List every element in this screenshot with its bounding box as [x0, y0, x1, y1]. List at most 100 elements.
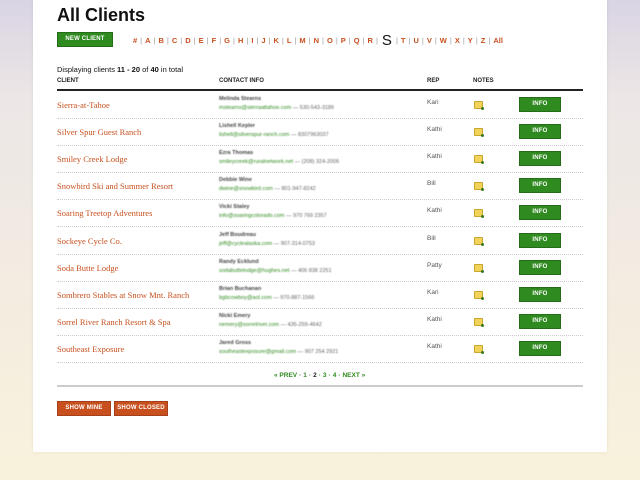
new-client-button[interactable]: NEW CLIENT — [57, 32, 113, 47]
alpha-m[interactable]: M — [299, 36, 305, 45]
alpha-a[interactable]: A — [145, 36, 150, 45]
alpha-v[interactable]: V — [427, 36, 432, 45]
info-button[interactable]: INFO — [519, 205, 561, 221]
alpha-hash[interactable]: # — [133, 36, 137, 45]
contact-email-link[interactable]: mstearns@sierraattahoe.com — [219, 105, 291, 111]
client-name-link[interactable]: Sockeye Cycle Co. — [57, 236, 122, 246]
alpha-y[interactable]: Y — [468, 36, 473, 45]
alpha-f[interactable]: F — [212, 36, 217, 45]
contact-email-link[interactable]: info@soaringcolorado.com — [219, 213, 285, 219]
contact-phone: 907 254 2921 — [304, 348, 339, 355]
client-name-link[interactable]: Snowbird Ski and Summer Resort — [57, 181, 173, 191]
contact-details: mstearns@sierraattahoe.com — 530-543-318… — [219, 105, 334, 111]
info-button[interactable]: INFO — [519, 259, 561, 275]
pagination: « PREV · 1 · 2 · 3 · 4 · NEXT » — [274, 372, 365, 379]
info-button[interactable]: INFO — [519, 97, 561, 112]
contact-email-link[interactable]: dwine@snowbird.com — [219, 186, 273, 192]
alpha-w[interactable]: W — [440, 36, 447, 45]
alpha-t[interactable]: T — [401, 36, 406, 45]
alpha-x[interactable]: X — [455, 36, 460, 45]
notes-icon[interactable] — [474, 209, 484, 219]
contact-email-link[interactable]: lishell@silverspur-ranch.com — [219, 132, 289, 138]
page-1-link[interactable]: 1 — [303, 372, 307, 379]
alpha-h[interactable]: H — [238, 36, 243, 45]
page-4-link[interactable]: 4 — [333, 372, 337, 379]
show-closed-button[interactable]: SHOW CLOSED — [114, 401, 168, 416]
alpha-j[interactable]: J — [261, 36, 265, 45]
alpha-separator: | — [232, 35, 235, 45]
contact-separator: — — [293, 159, 302, 166]
contact-details: dwine@snowbird.com — 801-947-8242 — [219, 186, 316, 192]
contact-email-link[interactable]: smileycreek@ruralnetwork.net — [219, 159, 293, 165]
alpha-i[interactable]: I — [251, 36, 253, 45]
alpha-separator: | — [140, 35, 143, 45]
notes-icon[interactable] — [474, 236, 484, 246]
alpha-u[interactable]: U — [413, 36, 418, 45]
page-3-link[interactable]: 3 — [323, 372, 327, 379]
client-name-link[interactable]: Sorrel River Ranch Resort & Spa — [57, 317, 171, 327]
contact-name: Jared Gross — [219, 339, 252, 346]
contact-details: bgbcowboy@aol.com — 970-887-1566 — [219, 295, 315, 301]
alpha-separator: | — [421, 35, 424, 45]
rep-name: Kathi — [427, 126, 442, 134]
alpha-separator: | — [281, 35, 284, 45]
notes-icon[interactable] — [474, 101, 484, 110]
contact-phone: 907-314-0753 — [280, 240, 315, 247]
notes-icon[interactable] — [474, 155, 484, 165]
alpha-separator: | — [408, 35, 411, 45]
client-name-link[interactable]: Soaring Treetop Adventures — [57, 208, 152, 218]
client-name-link[interactable]: Smiley Creek Lodge — [57, 154, 127, 164]
alpha-g[interactable]: G — [224, 36, 230, 45]
alpha-q[interactable]: Q — [354, 36, 360, 45]
alpha-l[interactable]: L — [287, 36, 292, 45]
contact-separator: — — [291, 105, 300, 111]
alpha-r[interactable]: R — [368, 36, 373, 45]
info-button[interactable]: INFO — [519, 178, 561, 194]
alpha-n[interactable]: N — [314, 36, 319, 45]
notes-icon[interactable] — [474, 290, 484, 300]
alpha-e[interactable]: E — [199, 36, 204, 45]
notes-icon[interactable] — [474, 182, 484, 192]
contact-email-link[interactable]: nemery@sorrelriver.com — [219, 322, 279, 328]
notes-icon[interactable] — [474, 263, 484, 273]
alpha-separator: | — [268, 35, 271, 45]
pager-separator: · — [328, 372, 331, 379]
client-name-link[interactable]: Sierra-at-Tahoe — [57, 100, 110, 110]
info-button[interactable]: INFO — [519, 313, 561, 329]
alpha-z[interactable]: Z — [481, 36, 486, 45]
contact-name: Melinda Stearns — [219, 96, 262, 102]
rep-name: Kathi — [427, 342, 442, 350]
alpha-d[interactable]: D — [185, 36, 190, 45]
contact-phone: 530-543-3186 — [299, 105, 335, 111]
prev-page-link[interactable]: « PREV — [274, 372, 297, 379]
info-button[interactable]: INFO — [519, 124, 561, 140]
alpha-o[interactable]: O — [327, 36, 333, 45]
alpha-p[interactable]: P — [341, 36, 346, 45]
show-mine-button[interactable]: SHOW MINE — [57, 401, 111, 416]
client-name-link[interactable]: Sombrero Stables at Snow Mnt. Ranch — [57, 290, 189, 300]
notes-icon[interactable] — [474, 344, 484, 354]
rep-name: Kathi — [427, 153, 442, 161]
info-button[interactable]: INFO — [519, 340, 561, 356]
contact-email-link[interactable]: jeff@cyclealaska.com — [219, 241, 272, 247]
notes-icon[interactable] — [474, 128, 484, 138]
alpha-all[interactable]: All — [493, 36, 503, 45]
client-name-link[interactable]: Southeast Exposure — [57, 344, 124, 354]
client-name-link[interactable]: Soda Butte Lodge — [57, 263, 118, 273]
contact-email-link[interactable]: bgbcowboy@aol.com — [219, 295, 272, 301]
alpha-c[interactable]: C — [172, 36, 177, 45]
alpha-k[interactable]: K — [273, 36, 278, 45]
info-button[interactable]: INFO — [519, 286, 561, 302]
contact-name: Debbie Wine — [219, 177, 252, 184]
info-button[interactable]: INFO — [519, 151, 561, 167]
alpha-separator: | — [246, 35, 249, 45]
alphabet-filter: # | A | B | C | D | E | F | G | H | I | J | K | L | M | N | O | P | Q | R | S |… — [133, 30, 503, 50]
alpha-separator: | — [294, 35, 297, 45]
alpha-b[interactable]: B — [159, 36, 164, 45]
contact-email-link[interactable]: sodabuttelodge@hughes.net — [219, 268, 289, 274]
notes-icon[interactable] — [474, 317, 484, 327]
info-button[interactable]: INFO — [519, 232, 561, 248]
contact-email-link[interactable]: southeastexposure@gmail.com — [219, 349, 296, 355]
client-name-link[interactable]: Silver Spur Guest Ranch — [57, 127, 141, 137]
next-page-link[interactable]: NEXT » — [342, 372, 365, 379]
